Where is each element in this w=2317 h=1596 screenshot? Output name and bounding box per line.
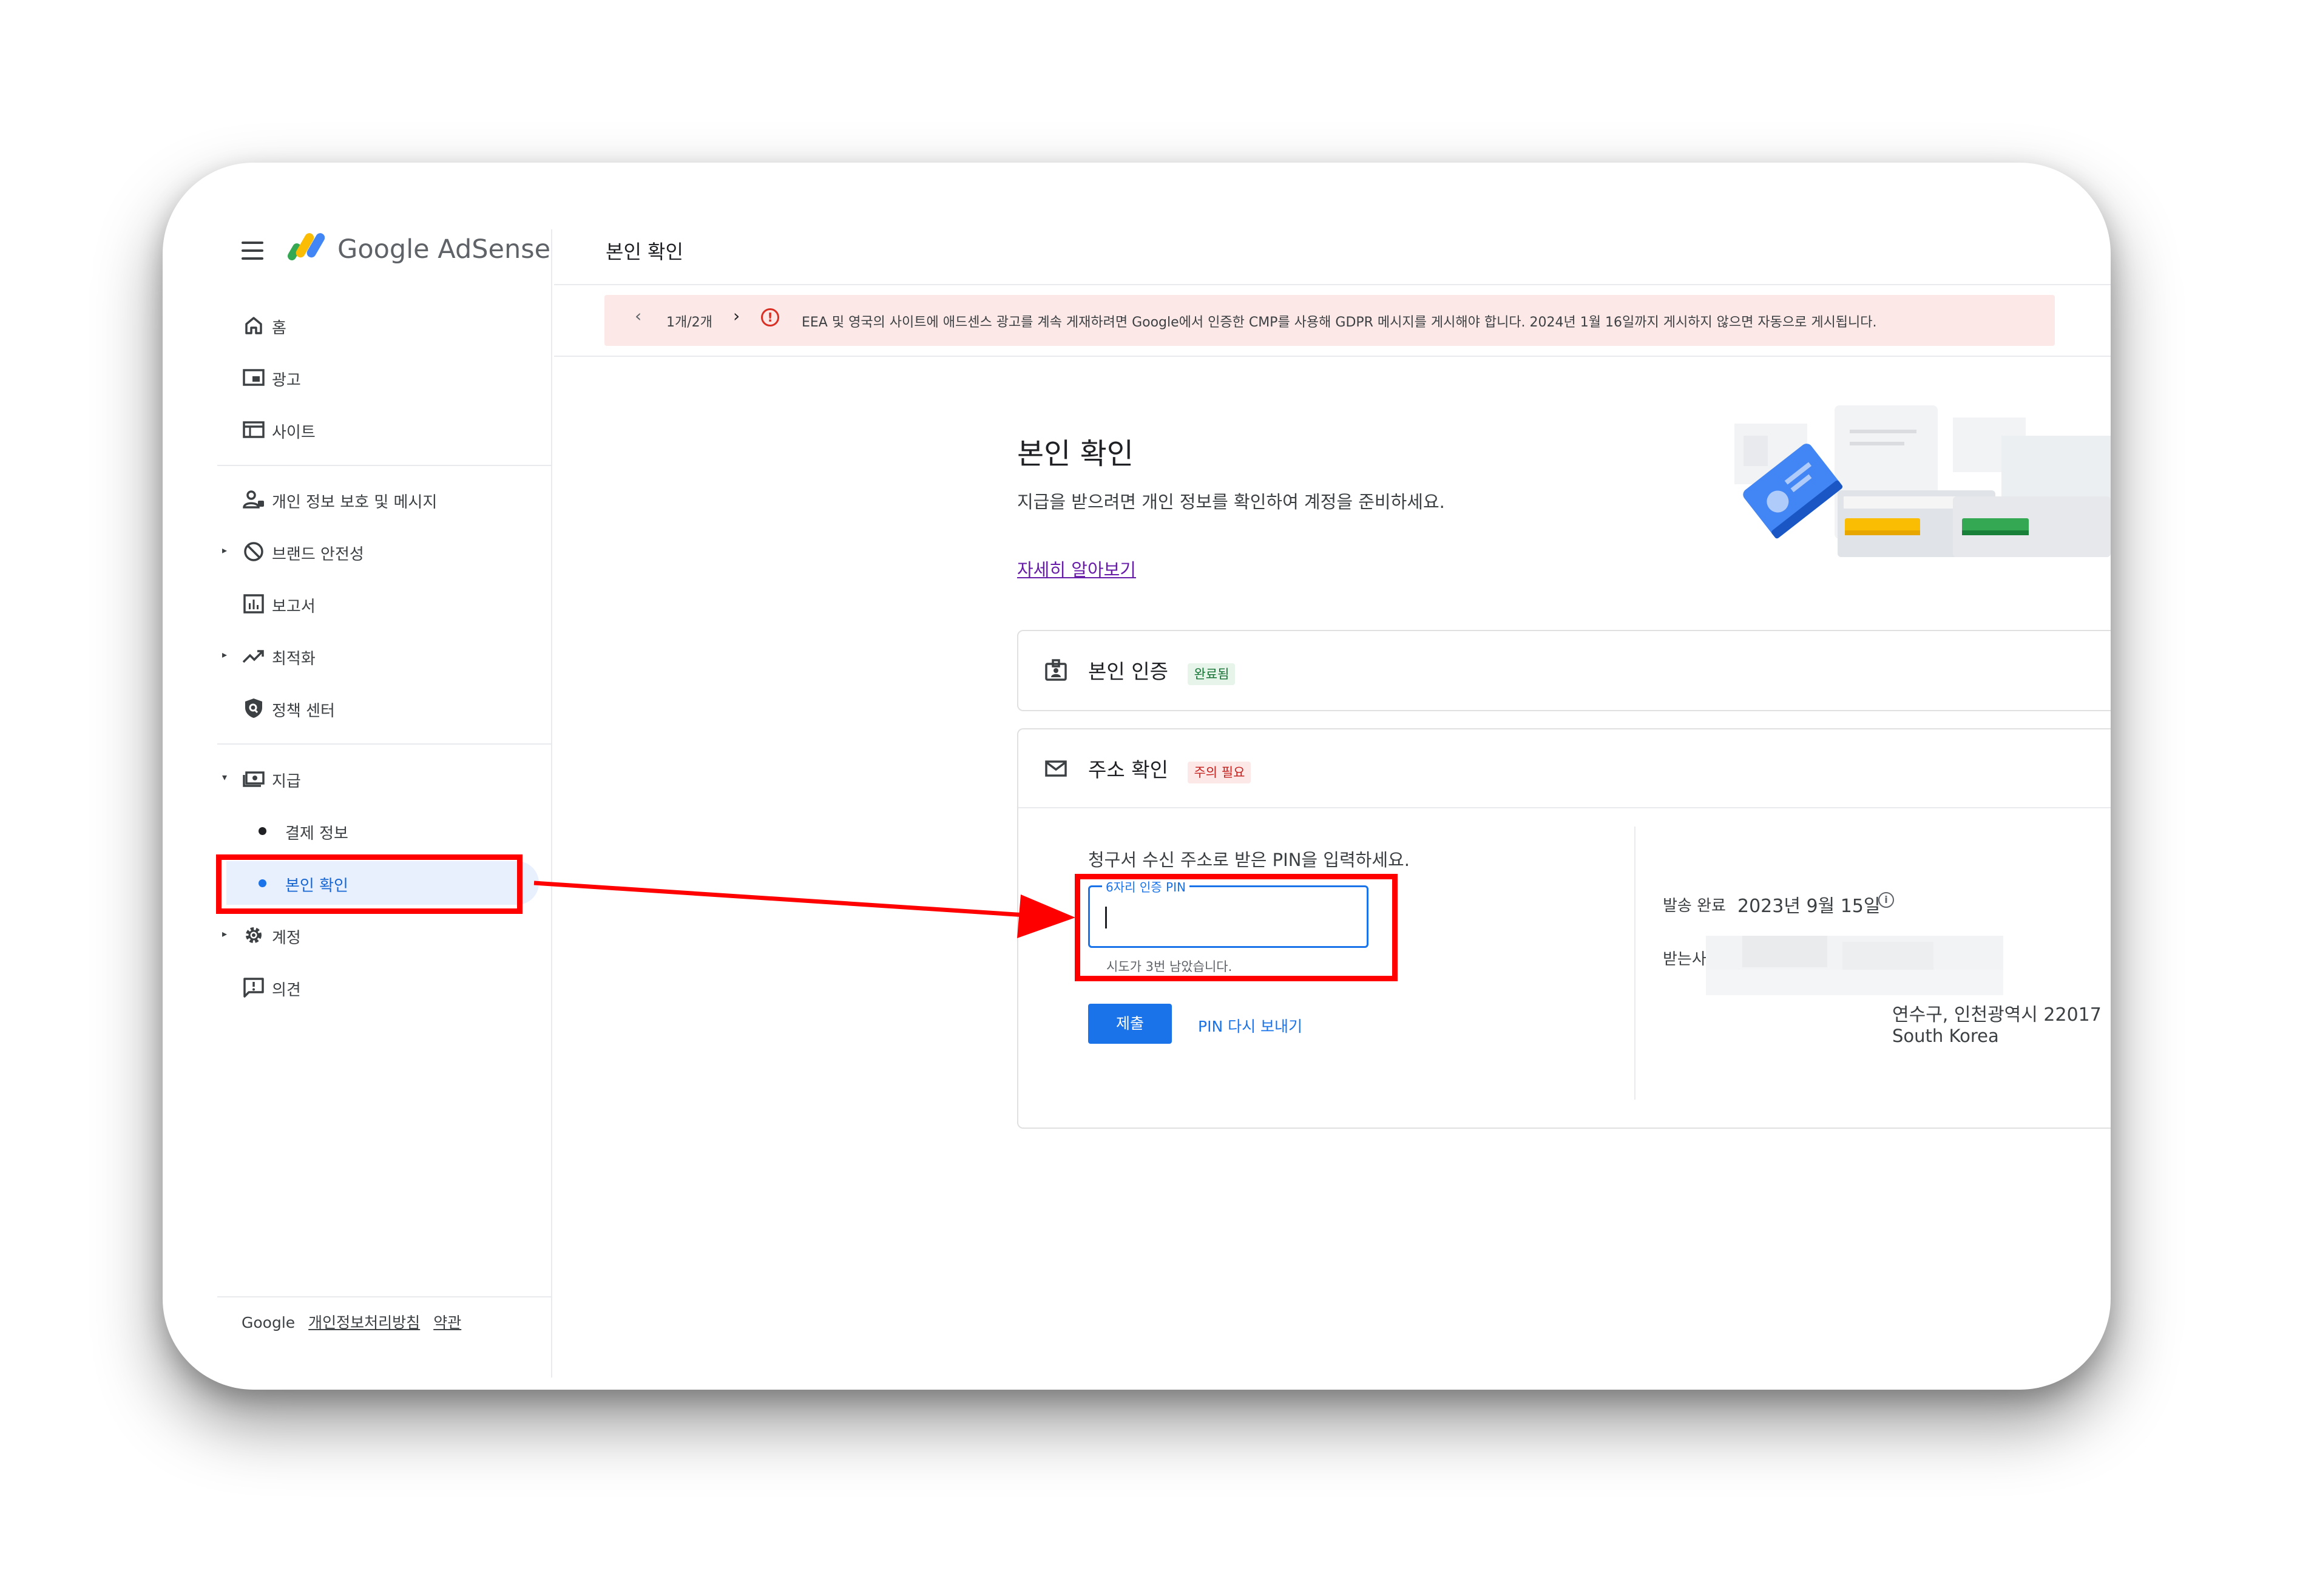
app-window: Google AdSense 본인 확인 ‹ 1개/2개 › ! EEA 및 영… [163, 163, 2111, 1390]
trending-up-icon [242, 645, 266, 667]
panel-column-divider [1634, 827, 1635, 1100]
sidebar-item-payment-info[interactable]: 결제 정보 [211, 809, 539, 853]
sidebar-item-label: 홈 [272, 319, 286, 337]
footer-google: Google [242, 1314, 296, 1331]
home-icon [242, 314, 266, 336]
address-panel-title: 주소 확인 주의 필요 [1088, 754, 1251, 783]
identity-title: 본인 인증 [1088, 660, 1168, 683]
pin-prompt: 청구서 수신 주소로 받은 PIN을 입력하세요. [1088, 850, 1410, 870]
sidebar-item-label: 사이트 [272, 424, 316, 442]
sidebar-item-home[interactable]: 홈 [211, 303, 539, 347]
privacy-person-icon [242, 489, 266, 510]
sidebar-item-account[interactable]: ▸ 계정 [211, 913, 539, 957]
header-divider [551, 229, 552, 273]
bar-chart-icon [242, 593, 266, 615]
block-icon [242, 541, 266, 563]
panel-divider [1018, 807, 2111, 808]
error-icon: ! [761, 308, 779, 326]
sidebar-item-label: 의견 [272, 981, 301, 999]
privacy-policy-link[interactable]: 개인정보처리방침 [308, 1314, 420, 1331]
terms-link[interactable]: 약관 [433, 1314, 461, 1331]
page-header-title: 본인 확인 [606, 240, 683, 263]
address-verification-panel: 주소 확인 주의 필요 청구서 수신 주소로 받은 PIN을 입력하세요. 6자… [1017, 728, 2111, 1129]
sidebar-item-label: 결제 정보 [285, 825, 348, 843]
expand-caret-icon[interactable]: ▸ [222, 544, 227, 556]
payments-icon [242, 768, 266, 790]
sidebar-item-label: 개인 정보 보호 및 메시지 [272, 493, 438, 512]
sidebar-item-sites[interactable]: 사이트 [211, 408, 539, 451]
expand-caret-icon[interactable]: ▸ [222, 649, 227, 660]
hamburger-menu-icon[interactable] [242, 242, 263, 260]
adsense-logo-icon [287, 231, 325, 262]
sidebar-item-label: 정책 센터 [272, 702, 335, 720]
sent-label: 발송 완료 [1663, 897, 1726, 915]
app-title: Google AdSense [337, 234, 551, 265]
bullet-icon [259, 827, 266, 835]
banner-prev-icon[interactable]: ‹ [635, 306, 641, 326]
address-country: South Korea [1892, 1026, 1999, 1046]
sidebar-item-label: 보고서 [272, 598, 316, 616]
sidebar-item-label: 계정 [272, 929, 301, 947]
sidebar-item-payments[interactable]: ▾ 지급 [211, 757, 539, 800]
sidebar-item-ads[interactable]: 광고 [211, 356, 539, 399]
sidebar-item-label: 지급 [272, 773, 301, 791]
attention-needed-badge: 주의 필요 [1188, 762, 1251, 783]
sidebar-item-optimization[interactable]: ▸ 최적화 [211, 634, 539, 678]
page-description: 지급을 받으려면 개인 정보를 확인하여 계정을 준비하세요. [1017, 492, 1445, 512]
sidebar-footer: Google 개인정보처리방침 약관 [242, 1311, 461, 1333]
sites-icon [242, 419, 266, 441]
banner-next-icon[interactable]: › [733, 306, 740, 326]
expand-caret-icon[interactable]: ▸ [222, 928, 227, 939]
sent-date: 2023년 9월 15일 [1737, 896, 1881, 917]
resend-pin-button[interactable]: PIN 다시 보내기 [1198, 1015, 1302, 1036]
ads-icon [242, 367, 266, 388]
sidebar-divider [551, 273, 552, 1378]
sidebar-item-brand-safety[interactable]: ▸ 브랜드 안전성 [211, 530, 539, 573]
collapse-caret-icon[interactable]: ▾ [222, 771, 227, 783]
submit-button[interactable]: 제출 [1088, 1004, 1172, 1044]
sidebar-item-label: 광고 [272, 371, 301, 390]
banner-divider [554, 356, 2111, 357]
feedback-icon [242, 976, 266, 998]
id-card-icon [1044, 658, 1068, 682]
sidebar-item-policy-center[interactable]: 정책 센터 [211, 686, 539, 730]
sidebar-item-label: 최적화 [272, 650, 316, 668]
verification-illustration [1734, 399, 2111, 557]
completed-badge: 완료됨 [1188, 663, 1236, 685]
footer-divider [217, 1296, 551, 1297]
sidebar-item-reports[interactable]: 보고서 [211, 582, 539, 626]
gdpr-notice-banner: ‹ 1개/2개 › ! EEA 및 영국의 사이트에 애드센스 광고를 계속 게… [604, 295, 2055, 346]
identity-verification-panel[interactable]: 본인 인증 완료됨 [1017, 630, 2111, 711]
header-bottom-divider [554, 284, 2111, 285]
sidebar-item-feedback[interactable]: 의견 [211, 965, 539, 1009]
shield-search-icon [242, 697, 266, 719]
gear-icon [242, 924, 266, 946]
annotation-highlight-box [216, 854, 523, 914]
identity-panel-title: 본인 인증 완료됨 [1088, 655, 1236, 685]
annotation-highlight-box [1075, 874, 1398, 981]
sidebar-divider [217, 465, 551, 466]
banner-message: EEA 및 영국의 사이트에 애드센스 광고를 계속 게재하려면 Google에… [802, 315, 1877, 330]
info-icon[interactable]: i [1878, 892, 1894, 908]
page-title: 본인 확인 [1017, 437, 1134, 471]
learn-more-link[interactable]: 자세히 알아보기 [1017, 556, 1136, 581]
mail-icon [1044, 756, 1068, 780]
redacted-address-block [1706, 936, 2003, 995]
sidebar-item-privacy[interactable]: 개인 정보 보호 및 메시지 [211, 478, 539, 521]
address-line: 연수구, 인천광역시 22017 [1892, 1004, 2102, 1026]
sidebar-divider [217, 743, 551, 745]
address-title: 주소 확인 [1088, 758, 1168, 782]
sidebar-item-label: 브랜드 안전성 [272, 546, 364, 564]
banner-counter: 1개/2개 [666, 315, 712, 330]
